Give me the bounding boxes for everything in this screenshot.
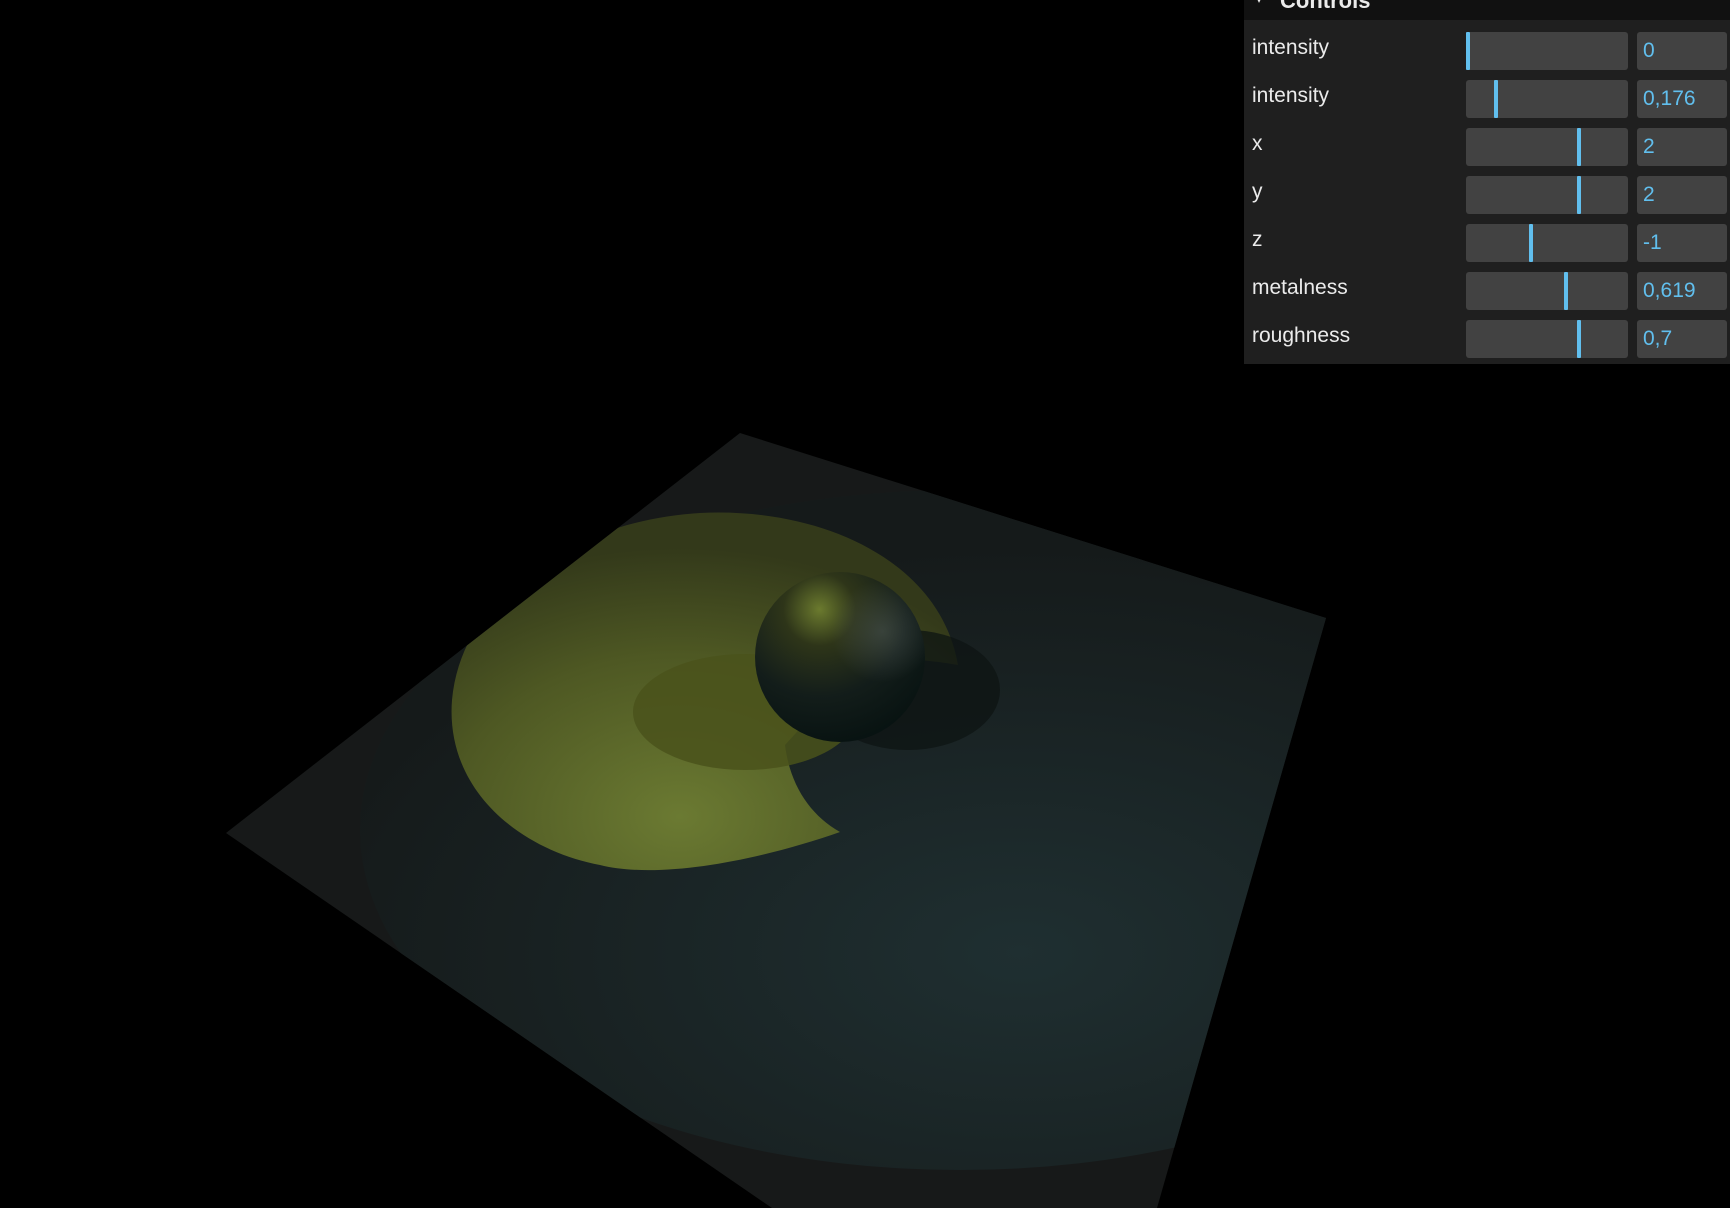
roughness-slider[interactable]: [1466, 320, 1628, 358]
control-row-metalness: metalness: [1244, 264, 1730, 312]
slider-handle[interactable]: [1494, 80, 1498, 118]
control-label: intensity: [1252, 84, 1330, 107]
caret-down-icon: ▾: [1256, 0, 1266, 5]
control-row-x: x: [1244, 120, 1730, 168]
slider-handle[interactable]: [1577, 128, 1581, 166]
slider-handle[interactable]: [1577, 176, 1581, 214]
controls-panel: ▾ Controls intensity intensity x y z: [1244, 0, 1730, 364]
slider-handle[interactable]: [1564, 272, 1568, 310]
control-label: y: [1252, 180, 1263, 203]
slider-handle[interactable]: [1577, 320, 1581, 358]
controls-title: Controls: [1280, 0, 1371, 13]
controls-title-bar[interactable]: ▾ Controls: [1244, 0, 1730, 20]
intensity-slider[interactable]: [1466, 32, 1628, 70]
control-row-z: z: [1244, 216, 1730, 264]
intensity-input[interactable]: [1637, 80, 1727, 118]
metalness-input[interactable]: [1637, 272, 1727, 310]
control-row-y: y: [1244, 168, 1730, 216]
y-input[interactable]: [1637, 176, 1727, 214]
slider-handle[interactable]: [1466, 32, 1470, 70]
control-row-intensity-1: intensity: [1244, 24, 1730, 72]
x-slider[interactable]: [1466, 128, 1628, 166]
control-label: z: [1252, 228, 1263, 251]
control-row-intensity-2: intensity: [1244, 72, 1730, 120]
x-input[interactable]: [1637, 128, 1727, 166]
control-label: roughness: [1252, 324, 1351, 347]
slider-handle[interactable]: [1529, 224, 1533, 262]
metalness-slider[interactable]: [1466, 272, 1628, 310]
roughness-input[interactable]: [1637, 320, 1727, 358]
control-label: intensity: [1252, 36, 1330, 59]
intensity-slider[interactable]: [1466, 80, 1628, 118]
control-row-roughness: roughness: [1244, 312, 1730, 360]
control-label: metalness: [1252, 276, 1348, 299]
z-slider[interactable]: [1466, 224, 1628, 262]
control-label: x: [1252, 132, 1263, 155]
y-slider[interactable]: [1466, 176, 1628, 214]
z-input[interactable]: [1637, 224, 1727, 262]
sphere-highlight: [755, 572, 925, 742]
intensity-input[interactable]: [1637, 32, 1727, 70]
